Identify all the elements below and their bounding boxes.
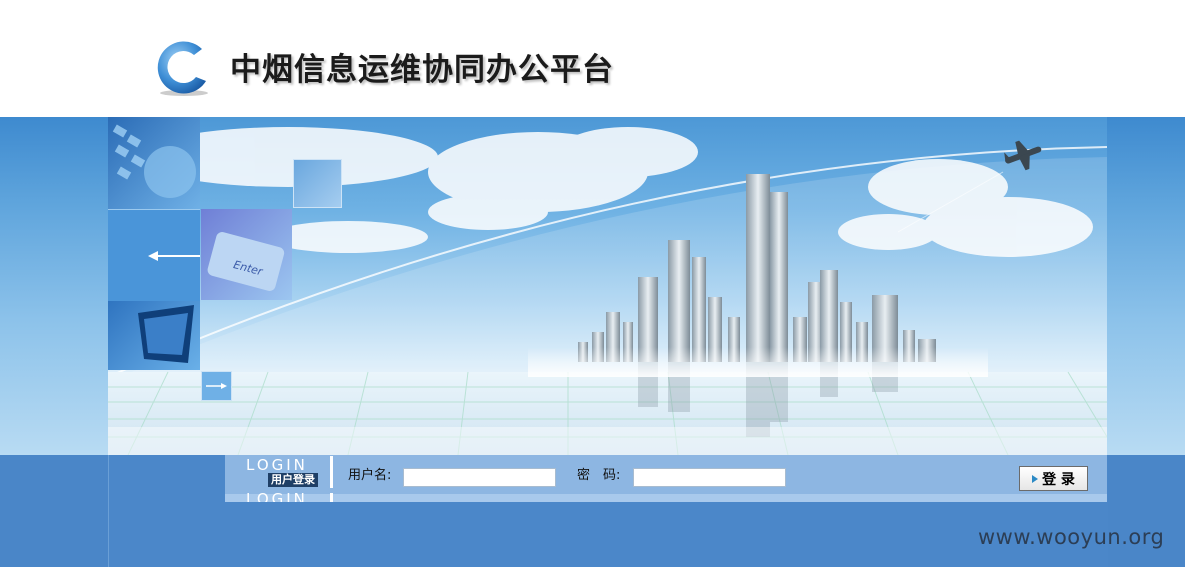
divider — [330, 456, 333, 488]
banner: Enter — [108, 117, 1107, 455]
small-tile-2 — [201, 371, 232, 401]
login-button[interactable]: 登 录 — [1019, 466, 1088, 491]
watermark: www.wooyun.org — [978, 525, 1165, 549]
monitor-tile — [108, 301, 200, 370]
password-label: 密 码: — [577, 468, 621, 483]
username-label: 用户名: — [348, 468, 392, 483]
arrow-right-icon — [206, 383, 227, 389]
site-title: 中烟信息运维协同办公平台 — [230, 52, 614, 88]
small-tile-1 — [293, 159, 342, 208]
button-arrow-icon — [1032, 474, 1039, 483]
login-heading: LOGIN — [246, 456, 308, 474]
header: 中烟信息运维协同办公平台 — [0, 0, 1185, 117]
logo-icon — [157, 41, 208, 96]
arrow-tile — [108, 209, 200, 301]
username-input[interactable] — [403, 468, 556, 487]
login-button-label: 登 录 — [1042, 471, 1075, 488]
keyboard-tile — [108, 117, 200, 209]
arrow-left-icon — [148, 251, 200, 261]
divider-echo — [330, 493, 333, 502]
enter-key-tile: Enter — [201, 209, 292, 300]
login-subheading: 用户登录 — [268, 473, 318, 487]
login-strip-echo — [225, 494, 1107, 502]
password-input[interactable] — [633, 468, 786, 487]
login-heading-echo: LOGIN — [246, 492, 308, 502]
